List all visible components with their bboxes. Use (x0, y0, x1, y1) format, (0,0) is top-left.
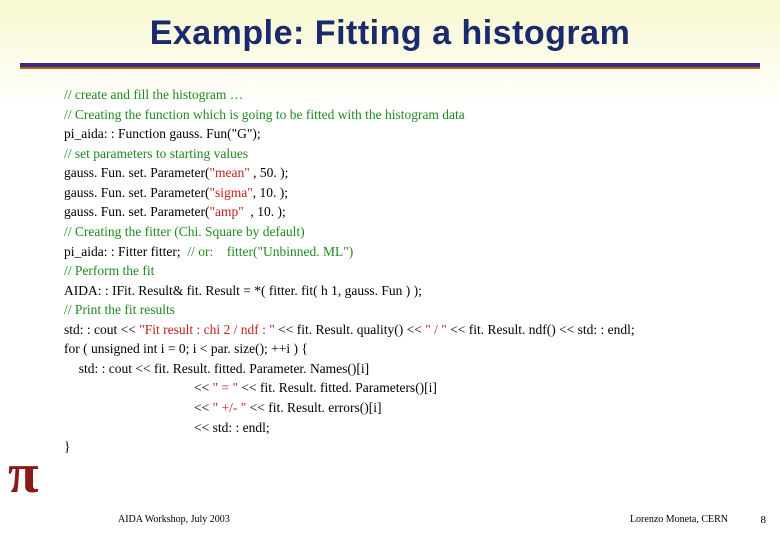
code-block: // create and fill the histogram … // Cr… (0, 69, 780, 457)
code-line: << " = " << fit. Result. fitted. Paramet… (64, 378, 720, 398)
code-line: } (64, 437, 720, 457)
code-line: gauss. Fun. set. Parameter("mean" , 50. … (64, 163, 720, 183)
code-line: // set parameters to starting values (64, 144, 720, 164)
slide-number: 8 (761, 514, 767, 526)
code-span: gauss. Fun. set. Parameter( (64, 165, 209, 180)
footer: AIDA Workshop, July 2003 Lorenzo Moneta,… (0, 514, 780, 532)
code-line: pi_aida: : Fitter fitter; // or: fitter(… (64, 242, 720, 262)
code-span: << fit. Result. fitted. Parameters()[i] (238, 380, 437, 395)
code-span: << fit. Result. ndf() << std: : endl; (447, 322, 635, 337)
code-line: // Creating the function which is going … (64, 105, 720, 125)
code-span: gauss. Fun. set. Parameter( (64, 204, 209, 219)
code-span: " = " (213, 380, 238, 395)
code-span: , 50. ); (250, 165, 289, 180)
code-span: gauss. Fun. set. Parameter( (64, 185, 209, 200)
code-line: // Perform the fit (64, 261, 720, 281)
code-line: for ( unsigned int i = 0; i < par. size(… (64, 339, 720, 359)
code-span: "amp" (209, 204, 243, 219)
code-span: << fit. Result. errors()[i] (246, 400, 381, 415)
code-line: pi_aida: : Function gauss. Fun("G"); (64, 124, 720, 144)
code-line: gauss. Fun. set. Parameter("amp" , 10. )… (64, 202, 720, 222)
code-span: "sigma" (209, 185, 252, 200)
code-line: std: : cout << "Fit result : chi 2 / ndf… (64, 320, 720, 340)
code-span: " +/- " (213, 400, 247, 415)
code-span: "Fit result : chi 2 / ndf : " (139, 322, 275, 337)
code-line: gauss. Fun. set. Parameter("sigma", 10. … (64, 183, 720, 203)
code-line: // Creating the fitter (Chi. Square by d… (64, 222, 720, 242)
code-span: "mean" (209, 165, 249, 180)
code-line: AIDA: : IFit. Result& fit. Result = *( f… (64, 281, 720, 301)
slide-title: Example: Fitting a histogram (0, 0, 780, 53)
code-span: << (194, 380, 213, 395)
code-line: << std: : endl; (64, 418, 720, 438)
code-line: // create and fill the histogram … (64, 85, 720, 105)
code-span: " / " (425, 322, 447, 337)
code-line: << " +/- " << fit. Result. errors()[i] (64, 398, 720, 418)
pi-logo: π (8, 442, 39, 506)
code-line: // Print the fit results (64, 300, 720, 320)
code-span: std: : cout << (64, 322, 139, 337)
code-span: // or: fitter("Unbinned. ML") (187, 244, 353, 259)
code-span: pi_aida: : Fitter fitter; (64, 244, 187, 259)
code-span: , 10. ); (244, 204, 286, 219)
code-span: , 10. ); (253, 185, 288, 200)
code-line: std: : cout << fit. Result. fitted. Para… (64, 359, 720, 379)
code-span: << fit. Result. quality() << (275, 322, 425, 337)
footer-author: Lorenzo Moneta, CERN (630, 514, 728, 525)
code-span: << (194, 400, 213, 415)
footer-venue: AIDA Workshop, July 2003 (118, 514, 230, 525)
